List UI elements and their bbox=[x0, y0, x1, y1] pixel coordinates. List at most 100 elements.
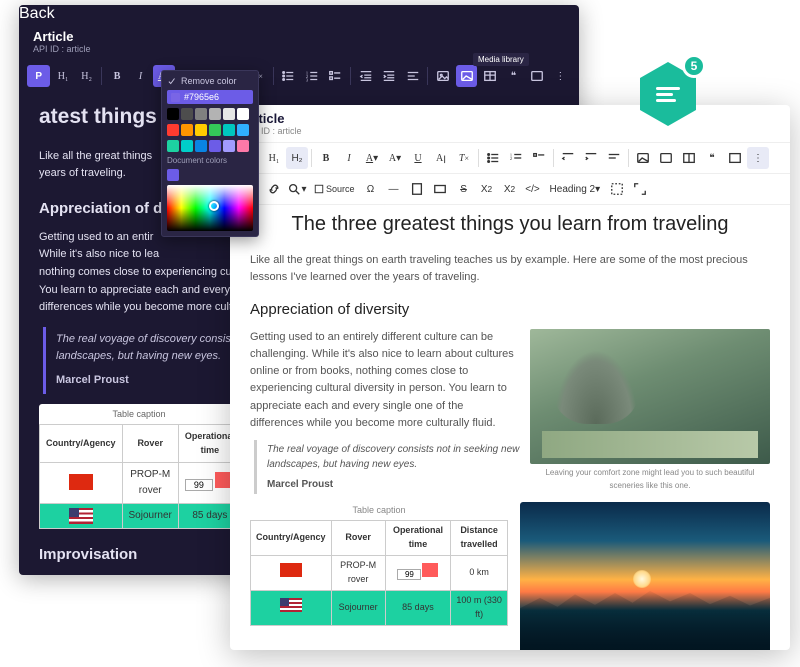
code-button[interactable] bbox=[724, 147, 746, 169]
color-swatch[interactable] bbox=[167, 169, 179, 181]
table-row[interactable]: Sojourner 85 days bbox=[40, 503, 242, 529]
spectrum-cursor[interactable] bbox=[209, 201, 219, 211]
color-swatch[interactable] bbox=[167, 108, 179, 120]
color-picker-popover: Remove color #7965e6 Document colors bbox=[161, 70, 259, 237]
quote-button[interactable]: ❝ bbox=[701, 147, 723, 169]
h2-button[interactable]: H₂ bbox=[76, 65, 97, 87]
sep bbox=[311, 149, 312, 167]
todo-list-button[interactable] bbox=[528, 147, 550, 169]
time-input[interactable] bbox=[397, 569, 421, 580]
heading-1[interactable]: The three greatest things you learn from… bbox=[250, 209, 770, 240]
heading-select[interactable]: Heading 2 ▾ bbox=[546, 178, 605, 200]
remove-color-button[interactable]: Remove color bbox=[167, 76, 253, 86]
align-button[interactable] bbox=[603, 147, 625, 169]
form-button[interactable] bbox=[429, 178, 451, 200]
media-library-button[interactable] bbox=[456, 65, 477, 87]
code-button[interactable] bbox=[526, 65, 547, 87]
underline-button[interactable]: U bbox=[407, 147, 429, 169]
table-row[interactable]: Sojourner 85 days 100 m (330 ft) bbox=[251, 590, 508, 625]
numbered-list-button[interactable]: 123 bbox=[301, 65, 322, 87]
color-swatch[interactable] bbox=[167, 140, 179, 152]
light-table[interactable]: Table caption Country/Agency Rover Opera… bbox=[250, 502, 508, 626]
italic-button[interactable]: I bbox=[130, 65, 151, 87]
heading-2[interactable]: Appreciation of diversity bbox=[250, 298, 770, 321]
find-button[interactable]: ▾ bbox=[286, 178, 308, 200]
time-input[interactable] bbox=[185, 479, 213, 491]
fullscreen-button[interactable] bbox=[629, 178, 651, 200]
font-color-button[interactable]: A▾ bbox=[361, 147, 383, 169]
todo-list-button[interactable] bbox=[325, 65, 346, 87]
flag-china-icon bbox=[280, 563, 302, 577]
image-button[interactable] bbox=[432, 65, 453, 87]
color-swatch[interactable] bbox=[237, 108, 249, 120]
hex-badge[interactable]: 5 bbox=[640, 62, 696, 126]
color-swatch[interactable] bbox=[181, 140, 193, 152]
sunset-image[interactable] bbox=[520, 502, 770, 650]
color-swatch[interactable] bbox=[181, 108, 193, 120]
source-button[interactable]: Source bbox=[310, 178, 359, 200]
color-swatch[interactable] bbox=[223, 108, 235, 120]
table-caption: Table caption bbox=[250, 502, 508, 520]
cell: Sojourner bbox=[122, 503, 178, 529]
sub-button[interactable]: X2 bbox=[476, 178, 498, 200]
media-library-button[interactable] bbox=[655, 147, 677, 169]
paragraph-button[interactable]: P bbox=[27, 65, 50, 87]
th: Country/Agency bbox=[40, 424, 123, 462]
italic-button[interactable]: I bbox=[338, 147, 360, 169]
table-row[interactable]: PROP-M rover bbox=[40, 462, 242, 503]
h1-button[interactable]: H₁ bbox=[263, 147, 285, 169]
quote-button[interactable]: ❝ bbox=[503, 65, 524, 87]
outdent-button[interactable] bbox=[355, 65, 376, 87]
light-content[interactable]: The three greatest things you learn from… bbox=[230, 205, 790, 650]
sup-button[interactable]: X2 bbox=[499, 178, 521, 200]
select-all-button[interactable] bbox=[606, 178, 628, 200]
color-swatch[interactable] bbox=[209, 124, 221, 136]
color-swatch[interactable] bbox=[167, 124, 179, 136]
color-swatch[interactable] bbox=[195, 140, 207, 152]
code-inline-button[interactable]: </> bbox=[522, 178, 544, 200]
color-swatch[interactable] bbox=[195, 124, 207, 136]
color-swatch[interactable] bbox=[223, 124, 235, 136]
color-swatch[interactable] bbox=[223, 140, 235, 152]
clear-button[interactable]: T× bbox=[453, 147, 475, 169]
color-swatch[interactable] bbox=[237, 124, 249, 136]
strike-button[interactable]: S bbox=[453, 178, 475, 200]
image-button[interactable] bbox=[632, 147, 654, 169]
bg-color-button[interactable]: A▾ bbox=[384, 147, 406, 169]
numbered-list-button[interactable]: 12 bbox=[505, 147, 527, 169]
table-button[interactable] bbox=[678, 147, 700, 169]
floated-image[interactable]: Leaving your comfort zone might lead you… bbox=[530, 329, 770, 495]
color-swatch[interactable] bbox=[209, 140, 221, 152]
special-char-button[interactable]: Ω bbox=[360, 178, 382, 200]
color-spectrum[interactable] bbox=[167, 185, 253, 231]
align-button[interactable] bbox=[402, 65, 423, 87]
color-swatch[interactable] bbox=[181, 124, 193, 136]
cell: PROP-M rover bbox=[331, 555, 385, 590]
indent-button[interactable] bbox=[378, 65, 399, 87]
link-button[interactable] bbox=[263, 178, 285, 200]
sep bbox=[478, 149, 479, 167]
back-link[interactable]: Back bbox=[19, 5, 55, 22]
more-button[interactable]: ⋮ bbox=[747, 147, 769, 169]
bold-button[interactable]: B bbox=[315, 147, 337, 169]
template-button[interactable] bbox=[406, 178, 428, 200]
h2-button[interactable]: H₂ bbox=[286, 147, 308, 169]
table-header-row: Country/Agency Rover Operational time Di… bbox=[251, 521, 508, 556]
table-button[interactable] bbox=[479, 65, 500, 87]
dark-table[interactable]: Table caption Country/Agency Rover Opera… bbox=[39, 404, 239, 530]
th: Operational time bbox=[385, 521, 450, 556]
more-button[interactable]: ⋮ bbox=[550, 65, 571, 87]
bullet-list-button[interactable] bbox=[482, 147, 504, 169]
case-button[interactable]: Aꞁ bbox=[430, 147, 452, 169]
color-swatch[interactable] bbox=[237, 140, 249, 152]
h1-button[interactable]: H₁ bbox=[52, 65, 73, 87]
table-row[interactable]: PROP-M rover 0 km bbox=[251, 555, 508, 590]
hr-button[interactable]: ― bbox=[383, 178, 405, 200]
outdent-button[interactable] bbox=[557, 147, 579, 169]
bullet-list-button[interactable] bbox=[278, 65, 299, 87]
indent-button[interactable] bbox=[580, 147, 602, 169]
color-swatch[interactable] bbox=[195, 108, 207, 120]
paragraph[interactable]: Like all the great things on earth trave… bbox=[250, 252, 770, 286]
color-swatch[interactable] bbox=[209, 108, 221, 120]
bold-button[interactable]: B bbox=[106, 65, 127, 87]
